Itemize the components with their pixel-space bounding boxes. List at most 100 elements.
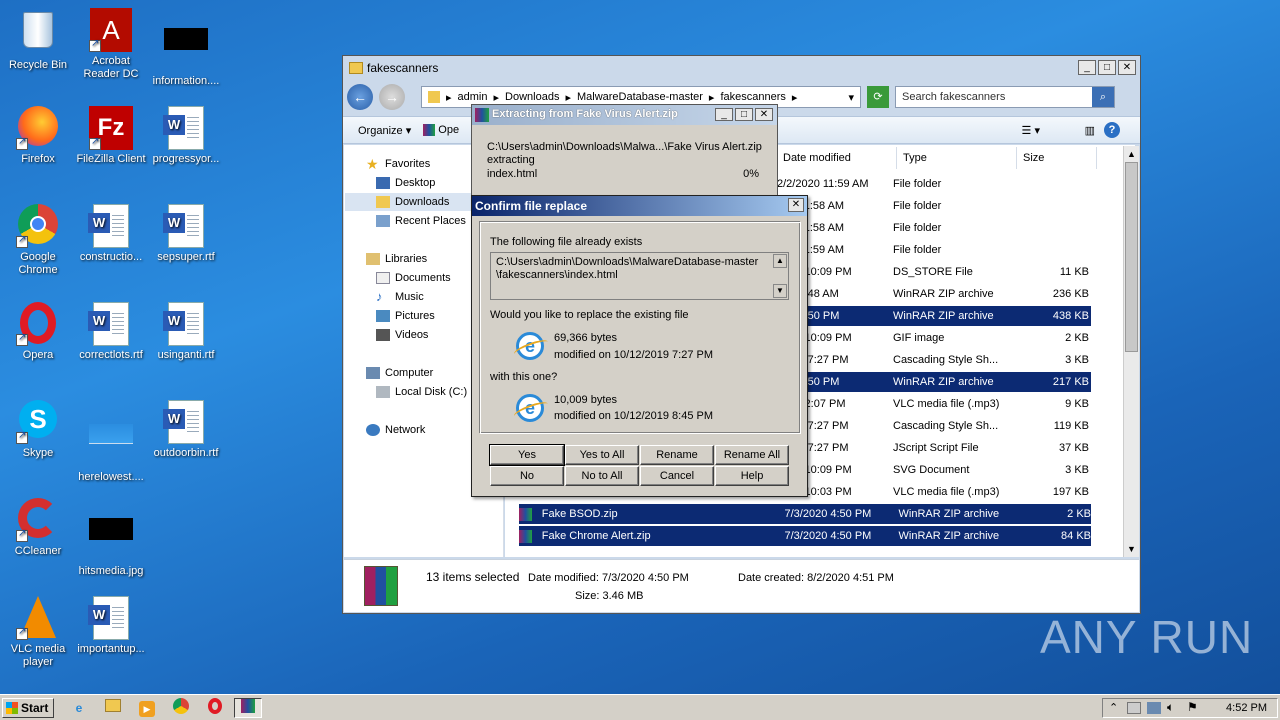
desktop-icon-filezilla[interactable]: Fz FileZilla Client (73, 106, 149, 166)
maximize-button[interactable]: □ (735, 108, 753, 121)
close-button[interactable]: ✕ (755, 108, 773, 121)
file-row[interactable]: 2019 10:09 PM SVG Document 3 KB (769, 460, 1091, 480)
network-tray-icon[interactable] (1147, 702, 1161, 714)
refresh-button[interactable]: ⟳ (867, 86, 889, 108)
file-row[interactable]: 020 4:50 PM WinRAR ZIP archive 217 KB (769, 372, 1091, 392)
file-row[interactable]: 2019 10:09 PM GIF image 2 KB (769, 328, 1091, 348)
search-icon[interactable]: ⌕ (1092, 87, 1114, 107)
nav-videos[interactable]: Videos (376, 326, 428, 344)
scroll-up-arrow[interactable]: ▲ (1124, 146, 1139, 162)
desktop-icon-herelowest[interactable]: herelowest.... (73, 400, 149, 484)
scroll-thumb[interactable] (1125, 162, 1138, 352)
desktop-icon-importantup[interactable]: W importantup... (73, 596, 149, 656)
help-icon[interactable]: ? (1104, 122, 1120, 138)
close-button[interactable]: ✕ (1118, 60, 1136, 75)
file-row[interactable]: 2018 2:07 PM VLC media file (.mp3) 9 KB (769, 394, 1091, 414)
desktop-icon-sepsuper[interactable]: W sepsuper.rtf (148, 204, 224, 264)
nav-computer[interactable]: Computer (366, 364, 433, 382)
nav-libraries[interactable]: Libraries (366, 250, 427, 268)
clock[interactable]: 4:52 PM (1226, 702, 1267, 714)
confirm-replace-dialog[interactable]: Confirm file replace ✕ The following fil… (471, 195, 808, 497)
opera-taskbar-icon[interactable] (204, 698, 226, 718)
search-input[interactable]: Search fakescanners ⌕ (895, 86, 1115, 108)
maximize-button[interactable]: □ (1098, 60, 1116, 75)
file-row[interactable]: /2019 7:27 PM Cascading Style Sh... 119 KB (769, 416, 1091, 436)
nav-documents[interactable]: Documents (376, 269, 451, 287)
ie-taskbar-icon[interactable]: e (68, 698, 90, 718)
file-row[interactable]: 017 2:48 AMWinRAR ZIP archive236 KB (769, 284, 1091, 304)
desktop-icon-acrobat[interactable]: A Acrobat Reader DC (73, 8, 149, 81)
desktop-icon-firefox[interactable]: Firefox (0, 106, 76, 166)
nav-favorites[interactable]: ★ Favorites (366, 155, 430, 173)
desktop-icon-correctlots[interactable]: W correctlots.rtf (73, 302, 149, 362)
desktop-icon-skype[interactable]: S Skype (0, 400, 76, 460)
nav-network[interactable]: Network (366, 421, 425, 439)
file-row[interactable]: /2019 7:27 PM Cascading Style Sh... 3 KB (769, 350, 1091, 370)
file-row[interactable]: Fake Chrome Alert.zip 7/3/2020 4:50 PM Win… (519, 526, 1091, 546)
chrome-taskbar-icon[interactable] (170, 698, 192, 718)
explorer-titlebar[interactable]: fakescanners (343, 56, 1140, 80)
column-header-type[interactable]: Type (897, 147, 1017, 169)
desktop-icon-usinganti[interactable]: W usinganti.rtf (148, 302, 224, 362)
desktop-icon-vlc[interactable]: VLC media player (0, 596, 76, 669)
explorer-taskbar-icon[interactable] (102, 698, 124, 718)
organize-button[interactable]: Organize ▾ (358, 124, 411, 137)
back-button[interactable]: ← (347, 84, 373, 110)
breadcrumb-item[interactable]: MalwareDatabase-master (577, 91, 703, 103)
media-player-taskbar-icon[interactable]: ▶ (136, 698, 158, 718)
yes-button[interactable]: Yes (489, 444, 565, 466)
nav-pictures[interactable]: Pictures (376, 307, 435, 325)
breadcrumb-item[interactable]: fakescanners (720, 91, 785, 103)
open-button[interactable]: Ope (423, 124, 459, 137)
path-scroll-down[interactable]: ▼ (773, 284, 787, 298)
desktop-icon-recycle-bin[interactable]: Recycle Bin (0, 8, 76, 72)
column-header-size[interactable]: Size (1017, 147, 1097, 169)
chevron-down-icon[interactable]: ▾ (848, 91, 854, 104)
scroll-down-arrow[interactable]: ▼ (1124, 541, 1139, 557)
nav-desktop[interactable]: Desktop (376, 174, 435, 192)
file-row[interactable]: 2/2/2020 11:59 AM File folder (769, 174, 1091, 194)
rename-all-button[interactable]: Rename All (715, 445, 789, 465)
help-button[interactable]: Help (715, 466, 789, 486)
desktop-icon-hitsmedia[interactable]: hitsmedia.jpg (73, 498, 149, 578)
preview-pane-icon[interactable]: ▥ (1085, 124, 1095, 137)
file-row[interactable]: Fake BSOD.zip 7/3/2020 4:50 PM WinRAR ZIP … (519, 504, 1091, 524)
desktop-icon-ccleaner[interactable]: CCleaner (0, 498, 76, 558)
column-header-date[interactable]: Date modified (777, 147, 897, 169)
action-center-icon[interactable]: ⚑ (1187, 700, 1198, 714)
confirm-dialog-title[interactable]: Confirm file replace (472, 196, 807, 216)
breadcrumb-item[interactable]: Downloads (505, 91, 559, 103)
file-row[interactable]: 020 4:50 PM WinRAR ZIP archive 438 KB (769, 306, 1091, 326)
yes-to-all-button[interactable]: Yes to All (565, 445, 639, 465)
nav-music[interactable]: ♪ Music (376, 288, 424, 306)
keyboard-icon[interactable] (1127, 702, 1141, 714)
file-row[interactable]: 020 11:59 AM File folder (769, 240, 1091, 260)
winrar-taskbar-icon[interactable] (234, 698, 262, 718)
start-button[interactable]: Start (2, 698, 54, 718)
nav-local-disk[interactable]: Local Disk (C:) (376, 383, 467, 401)
minimize-button[interactable]: _ (1078, 60, 1096, 75)
breadcrumb-item[interactable]: admin (458, 91, 488, 103)
extract-progress-dialog[interactable]: Extracting from Fake Virus Alert.zip _ □… (471, 104, 778, 196)
minimize-button[interactable]: _ (715, 108, 733, 121)
file-row[interactable]: 020 11:58 AM File folder (769, 196, 1091, 216)
desktop-icon-chrome[interactable]: Google Chrome (0, 204, 76, 277)
path-scroll-up[interactable]: ▲ (773, 254, 787, 268)
file-row[interactable]: /2019 7:27 PM JScript Script File 37 KB (769, 438, 1091, 458)
no-button[interactable]: No (490, 466, 564, 486)
file-row[interactable]: 2018 10:03 PM VLC media file (.mp3) 197 KB (769, 482, 1091, 502)
existing-file-path[interactable]: C:\Users\admin\Downloads\MalwareDatabase… (490, 252, 789, 300)
desktop-icon-progressyor[interactable]: W progressyor... (148, 106, 224, 166)
file-row[interactable]: 020 11:58 AM File folder (769, 218, 1091, 238)
rename-button[interactable]: Rename (640, 445, 714, 465)
desktop-icon-outdoorbin[interactable]: W outdoorbin.rtf (148, 400, 224, 460)
cancel-button[interactable]: Cancel (640, 466, 714, 486)
vertical-scrollbar[interactable]: ▲ ▼ (1123, 146, 1139, 557)
chevron-up-icon[interactable]: ⌃ (1109, 701, 1118, 714)
speaker-icon[interactable]: 🔈︎ (1167, 700, 1174, 715)
desktop-icon-constructio[interactable]: W constructio... (73, 204, 149, 264)
nav-recent-places[interactable]: Recent Places (376, 212, 466, 230)
desktop-icon-opera[interactable]: Opera (0, 302, 76, 362)
forward-button[interactable]: → (379, 84, 405, 110)
no-to-all-button[interactable]: No to All (565, 466, 639, 486)
